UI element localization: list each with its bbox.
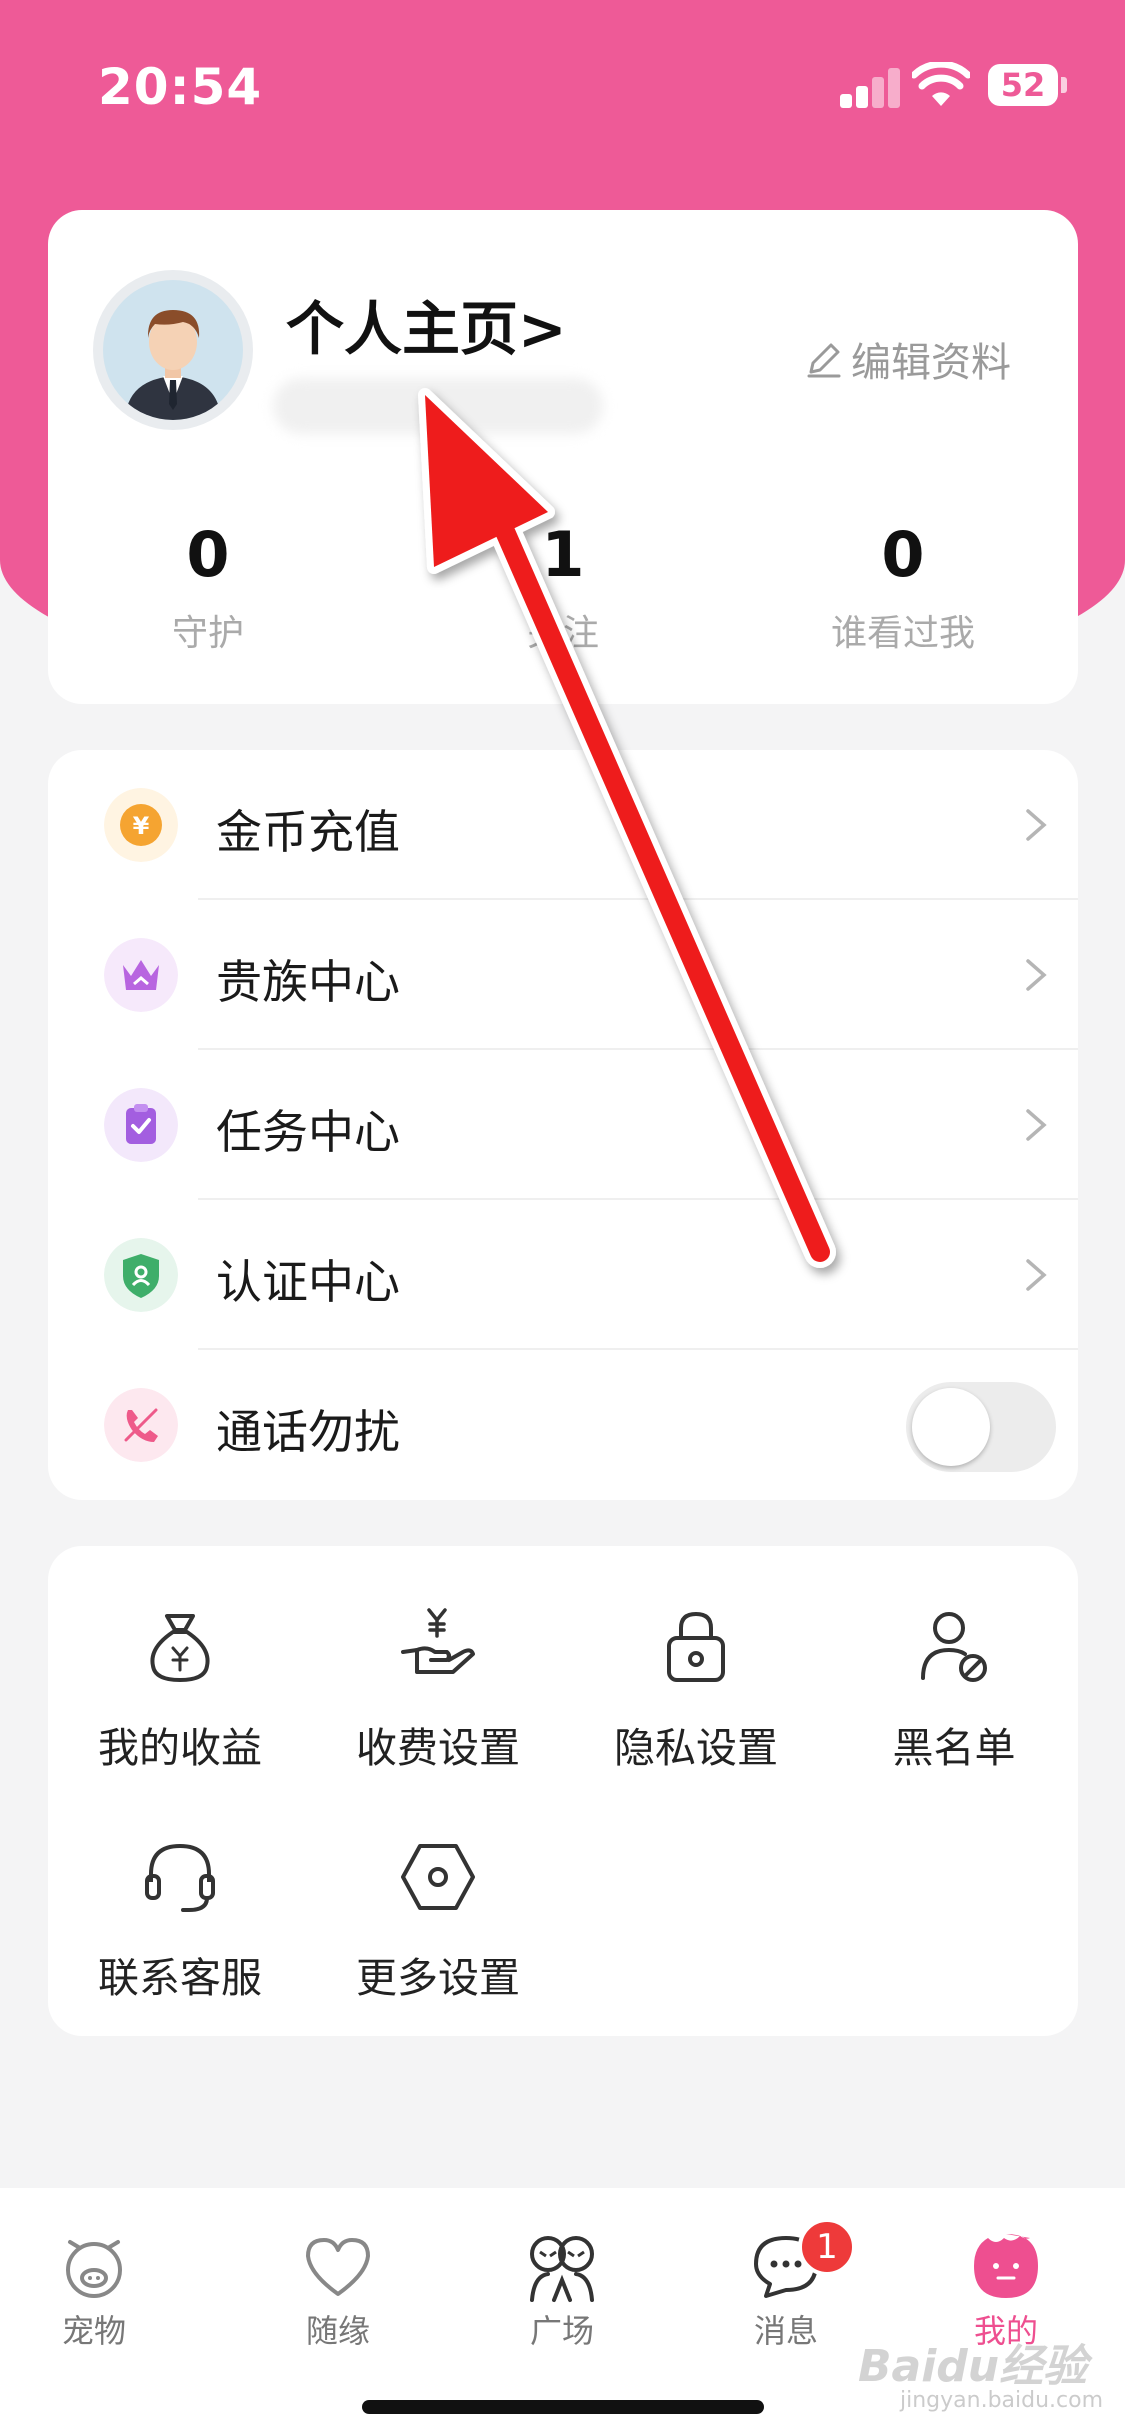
battery-tip: [1061, 77, 1067, 93]
menu-item-label: 通话勿扰: [216, 1405, 400, 1459]
hand-coin-icon: [401, 1608, 475, 1674]
tab-label: 宠物: [61, 2312, 126, 2350]
battery-indicator: 52: [988, 64, 1058, 106]
tool-blacklist[interactable]: 黑名单: [834, 1602, 1074, 1774]
tool-label: 联系客服: [98, 1954, 262, 2002]
faces-icon: [530, 2236, 594, 2302]
tab-label: 广场: [529, 2312, 594, 2350]
tab-label: 随缘: [305, 2312, 370, 2350]
menu-item-noble[interactable]: 贵族中心: [48, 900, 1078, 1050]
username-blurred: [273, 378, 603, 434]
menu-card: ¥ 金币充值 贵族中心 任务中心 认证中心 通话勿扰: [48, 750, 1078, 1500]
svg-text:¥: ¥: [133, 812, 150, 840]
tool-label: 收费设置: [356, 1724, 520, 1772]
cellular-signal-icon: [840, 66, 902, 108]
tool-label: 更多设置: [356, 1954, 520, 2002]
watermark-subtext: jingyan.baidu.com: [900, 2388, 1104, 2413]
stat-visitors-label: 谁看过我: [830, 613, 975, 654]
wifi-icon: [912, 62, 970, 106]
pencil-icon: [807, 343, 841, 378]
stat-guard[interactable]: 0 守护: [48, 520, 368, 656]
chevron-right-icon: [1026, 959, 1047, 991]
tab-pets[interactable]: 宠物: [0, 2228, 194, 2352]
user-block-icon: [921, 1612, 987, 1682]
tool-customer-service[interactable]: 联系客服: [60, 1832, 300, 2004]
avatar-person-icon: [125, 310, 221, 420]
stat-visitors[interactable]: 0 谁看过我: [743, 520, 1063, 656]
lock-icon: [667, 1611, 725, 1682]
edit-profile-label: 编辑资料: [851, 340, 1011, 386]
stat-visitors-value: 0: [881, 518, 925, 591]
stat-guard-label: 守护: [171, 613, 244, 654]
tool-fee-settings[interactable]: 收费设置: [318, 1602, 558, 1774]
headset-icon: [145, 1843, 215, 1912]
chevron-right-icon: [1026, 1109, 1047, 1141]
status-bar: 20:54 52: [0, 0, 1125, 160]
menu-item-do-not-disturb: 通话勿扰: [48, 1350, 1078, 1500]
watermark: Baidu经验: [858, 2341, 1088, 2392]
do-not-disturb-toggle[interactable]: [906, 1382, 1056, 1472]
crown-icon: [104, 938, 178, 1012]
menu-item-verification[interactable]: 认证中心: [48, 1200, 1078, 1350]
menu-item-label: 认证中心: [216, 1255, 400, 1309]
tab-messages[interactable]: 消息 1: [686, 2218, 886, 2352]
stat-following-value: 1: [541, 518, 585, 591]
tool-label: 黑名单: [892, 1724, 1016, 1772]
hexagon-settings-icon: [401, 1844, 475, 1910]
tab-square[interactable]: 广场: [462, 2228, 662, 2352]
tool-label: 隐私设置: [614, 1724, 778, 1772]
unread-badge: 1: [798, 2218, 856, 2276]
home-indicator[interactable]: [362, 2400, 764, 2414]
tab-label: 消息: [753, 2312, 818, 2350]
tool-more-settings[interactable]: 更多设置: [318, 1832, 558, 2004]
chevron-right-icon: [1026, 809, 1047, 841]
toggle-knob: [912, 1388, 990, 1466]
chevron-right-icon: [1026, 1259, 1047, 1291]
shield-icon: [104, 1238, 178, 1312]
tools-card: 我的收益 收费设置 隐私设置 黑名单 联系客服 更多设置: [48, 1546, 1078, 2036]
stat-guard-value: 0: [186, 518, 230, 591]
profile-card: 个人主页> 编辑资料 0 守护 1 关注 0 谁看过我: [48, 210, 1078, 704]
coin-icon: ¥: [104, 788, 178, 862]
edit-profile-button[interactable]: 编辑资料: [803, 330, 1011, 388]
stat-following-label: 关注: [526, 613, 599, 654]
task-icon: [104, 1088, 178, 1162]
status-time: 20:54: [98, 58, 263, 116]
phone-mute-icon: [104, 1388, 178, 1462]
profile-page-link[interactable]: 个人主页>: [286, 282, 567, 366]
menu-item-label: 任务中心: [216, 1105, 400, 1159]
tool-privacy-settings[interactable]: 隐私设置: [576, 1602, 816, 1774]
menu-item-recharge[interactable]: ¥ 金币充值: [48, 750, 1078, 900]
menu-item-tasks[interactable]: 任务中心: [48, 1050, 1078, 1200]
money-bag-icon: [150, 1614, 210, 1682]
avatar[interactable]: [93, 270, 253, 430]
stat-following[interactable]: 1 关注: [403, 520, 723, 656]
pig-icon: [66, 2240, 122, 2298]
tool-label: 我的收益: [98, 1724, 262, 1772]
heart-icon: [306, 2238, 370, 2296]
tool-earnings[interactable]: 我的收益: [60, 1602, 300, 1774]
tab-fate[interactable]: 随缘: [238, 2228, 438, 2352]
menu-item-label: 贵族中心: [216, 955, 400, 1009]
me-icon: [974, 2234, 1038, 2298]
menu-item-label: 金币充值: [216, 805, 400, 859]
